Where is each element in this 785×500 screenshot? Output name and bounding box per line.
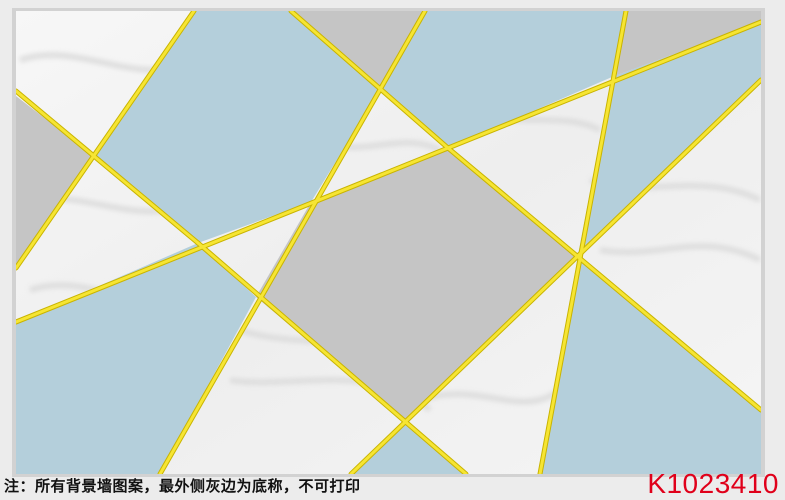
background-wall-artwork: [12, 8, 765, 477]
product-code: K1023410: [647, 468, 779, 499]
printing-note: 注：所有背景墙图案，最外侧灰边为底称，不可打印: [4, 477, 361, 495]
